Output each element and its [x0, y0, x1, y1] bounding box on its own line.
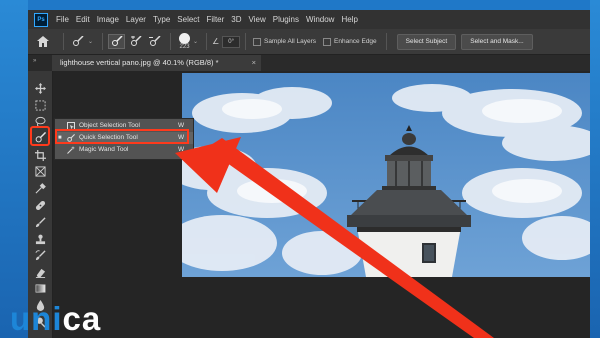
photoshop-window: Ps File Edit Image Layer Type Select Fil… — [28, 10, 590, 338]
logo-text-blue: ni — [31, 300, 63, 337]
desktop-background-right — [590, 0, 600, 338]
logo-text-left: u — [10, 300, 32, 337]
annotation-arrow-icon — [175, 137, 494, 338]
logo-text-right: ca — [62, 300, 102, 337]
desktop-background-left — [0, 0, 28, 338]
unica-logo: unica — [10, 300, 101, 338]
